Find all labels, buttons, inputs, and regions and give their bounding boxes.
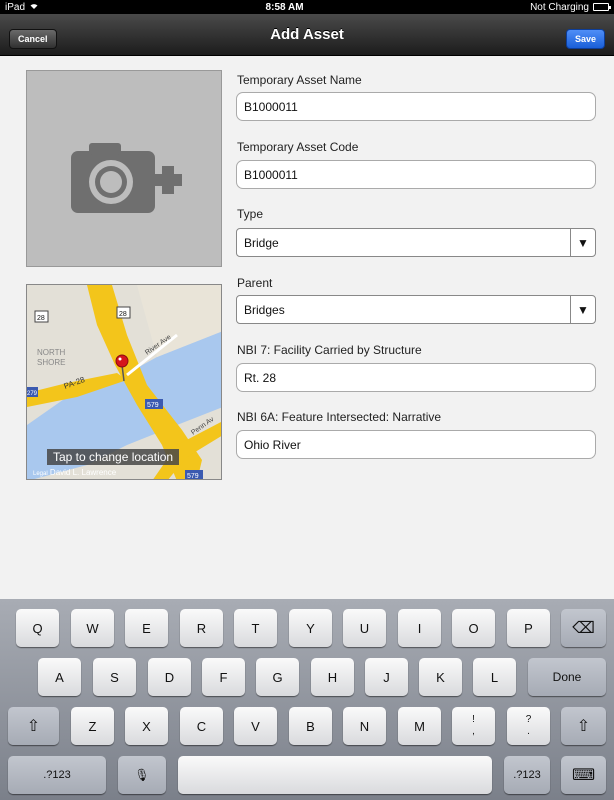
numbers-right-key[interactable]: .?123 bbox=[504, 756, 550, 794]
key-f[interactable]: F bbox=[202, 658, 245, 696]
photo-picker[interactable] bbox=[26, 70, 222, 267]
camera-add-icon bbox=[71, 143, 182, 213]
form-content: River Ave NORTH SHORE PA-28 Penn Av 28 2… bbox=[0, 56, 614, 599]
key-g[interactable]: G bbox=[256, 658, 299, 696]
asset-code-label: Temporary Asset Code bbox=[237, 140, 359, 154]
asset-name-field[interactable]: B1000011 bbox=[236, 92, 596, 121]
key-h[interactable]: H bbox=[311, 658, 354, 696]
key-u[interactable]: U bbox=[343, 609, 386, 647]
type-value: Bridge bbox=[244, 235, 279, 250]
status-right: Not Charging bbox=[530, 1, 611, 13]
onscreen-keyboard: Q W E R T Y U I O P ⌫ A S D F G H J K L … bbox=[0, 599, 614, 800]
route-shield-28b: 28 bbox=[119, 311, 127, 318]
nbi6a-field[interactable]: Ohio River bbox=[236, 430, 596, 459]
key-period-label: . bbox=[527, 726, 530, 737]
key-q[interactable]: Q bbox=[16, 609, 59, 647]
key-j[interactable]: J bbox=[365, 658, 408, 696]
space-key[interactable] bbox=[178, 756, 492, 794]
save-button[interactable]: Save bbox=[565, 29, 605, 49]
type-label: Type bbox=[237, 207, 264, 221]
route-shield-579a: 579 bbox=[147, 402, 159, 409]
key-y[interactable]: Y bbox=[289, 609, 332, 647]
done-key[interactable]: Done bbox=[528, 658, 606, 696]
chevron-down-icon[interactable]: ▼ bbox=[570, 296, 595, 323]
key-w[interactable]: W bbox=[71, 609, 114, 647]
microphone-icon[interactable]: 🎙 bbox=[118, 756, 166, 794]
parent-value: Bridges bbox=[244, 302, 285, 317]
key-i[interactable]: I bbox=[398, 609, 441, 647]
status-bar: iPad 8:58 AM Not Charging bbox=[0, 0, 614, 14]
key-a[interactable]: A bbox=[38, 658, 81, 696]
key-o[interactable]: O bbox=[452, 609, 495, 647]
key-b[interactable]: B bbox=[289, 707, 332, 745]
key-x[interactable]: X bbox=[125, 707, 168, 745]
key-d[interactable]: D bbox=[148, 658, 191, 696]
shift-right-key[interactable]: ⇧ bbox=[561, 707, 606, 745]
parent-label: Parent bbox=[237, 276, 273, 290]
nbi7-field[interactable]: Rt. 28 bbox=[236, 363, 596, 392]
route-shield-579b: 579 bbox=[187, 473, 199, 480]
asset-name-label: Temporary Asset Name bbox=[237, 73, 362, 87]
map-label-shore: SHORE bbox=[37, 358, 65, 367]
parent-select[interactable]: Bridges ▼ bbox=[236, 295, 596, 324]
key-r[interactable]: R bbox=[180, 609, 223, 647]
key-question-period[interactable]: ? . bbox=[507, 707, 550, 745]
key-m[interactable]: M bbox=[398, 707, 441, 745]
map-place-name: David L. Lawrence bbox=[49, 468, 117, 477]
map-label-north: NORTH bbox=[37, 348, 66, 357]
key-k[interactable]: K bbox=[419, 658, 462, 696]
cancel-button[interactable]: Cancel bbox=[9, 29, 57, 49]
nbi6a-label: NBI 6A: Feature Intersected: Narrative bbox=[237, 410, 442, 424]
key-question-label: ? bbox=[525, 714, 532, 725]
chevron-down-icon[interactable]: ▼ bbox=[570, 229, 595, 256]
asset-code-field[interactable]: B1000011 bbox=[236, 160, 596, 189]
status-time: 8:58 AM bbox=[265, 1, 304, 13]
key-comma-label: , bbox=[472, 726, 475, 737]
key-t[interactable]: T bbox=[234, 609, 277, 647]
key-e[interactable]: E bbox=[125, 609, 168, 647]
nav-bar: Cancel Add Asset Save bbox=[0, 14, 614, 56]
key-n[interactable]: N bbox=[343, 707, 386, 745]
shift-left-key[interactable]: ⇧ bbox=[8, 707, 59, 745]
hide-keyboard-icon[interactable]: ⌨ bbox=[561, 756, 606, 794]
key-exclaim-comma[interactable]: ! , bbox=[452, 707, 495, 745]
map-attribution: Legal David L. Lawrence bbox=[33, 468, 116, 477]
backspace-key[interactable]: ⌫ bbox=[561, 609, 606, 647]
location-map[interactable]: River Ave NORTH SHORE PA-28 Penn Av 28 2… bbox=[26, 284, 222, 480]
type-select[interactable]: Bridge ▼ bbox=[236, 228, 596, 257]
key-s[interactable]: S bbox=[93, 658, 136, 696]
key-l[interactable]: L bbox=[473, 658, 516, 696]
battery-icon bbox=[592, 3, 611, 11]
key-v[interactable]: V bbox=[234, 707, 277, 745]
key-c[interactable]: C bbox=[180, 707, 223, 745]
key-p[interactable]: P bbox=[507, 609, 550, 647]
device-name: iPad bbox=[5, 1, 26, 13]
route-shield-279: 279 bbox=[27, 391, 38, 397]
status-left: iPad bbox=[5, 2, 39, 13]
key-exclaim-label: ! bbox=[472, 714, 475, 725]
page-title: Add Asset bbox=[270, 26, 344, 43]
nbi7-label: NBI 7: Facility Carried by Structure bbox=[237, 343, 422, 357]
map-legal-link[interactable]: Legal bbox=[33, 471, 48, 477]
key-z[interactable]: Z bbox=[71, 707, 114, 745]
wifi-icon bbox=[29, 2, 39, 13]
route-shield-28a: 28 bbox=[37, 315, 45, 322]
numbers-left-key[interactable]: .?123 bbox=[8, 756, 106, 794]
charging-status: Not Charging bbox=[530, 1, 589, 13]
map-caption: Tap to change location bbox=[47, 449, 180, 465]
